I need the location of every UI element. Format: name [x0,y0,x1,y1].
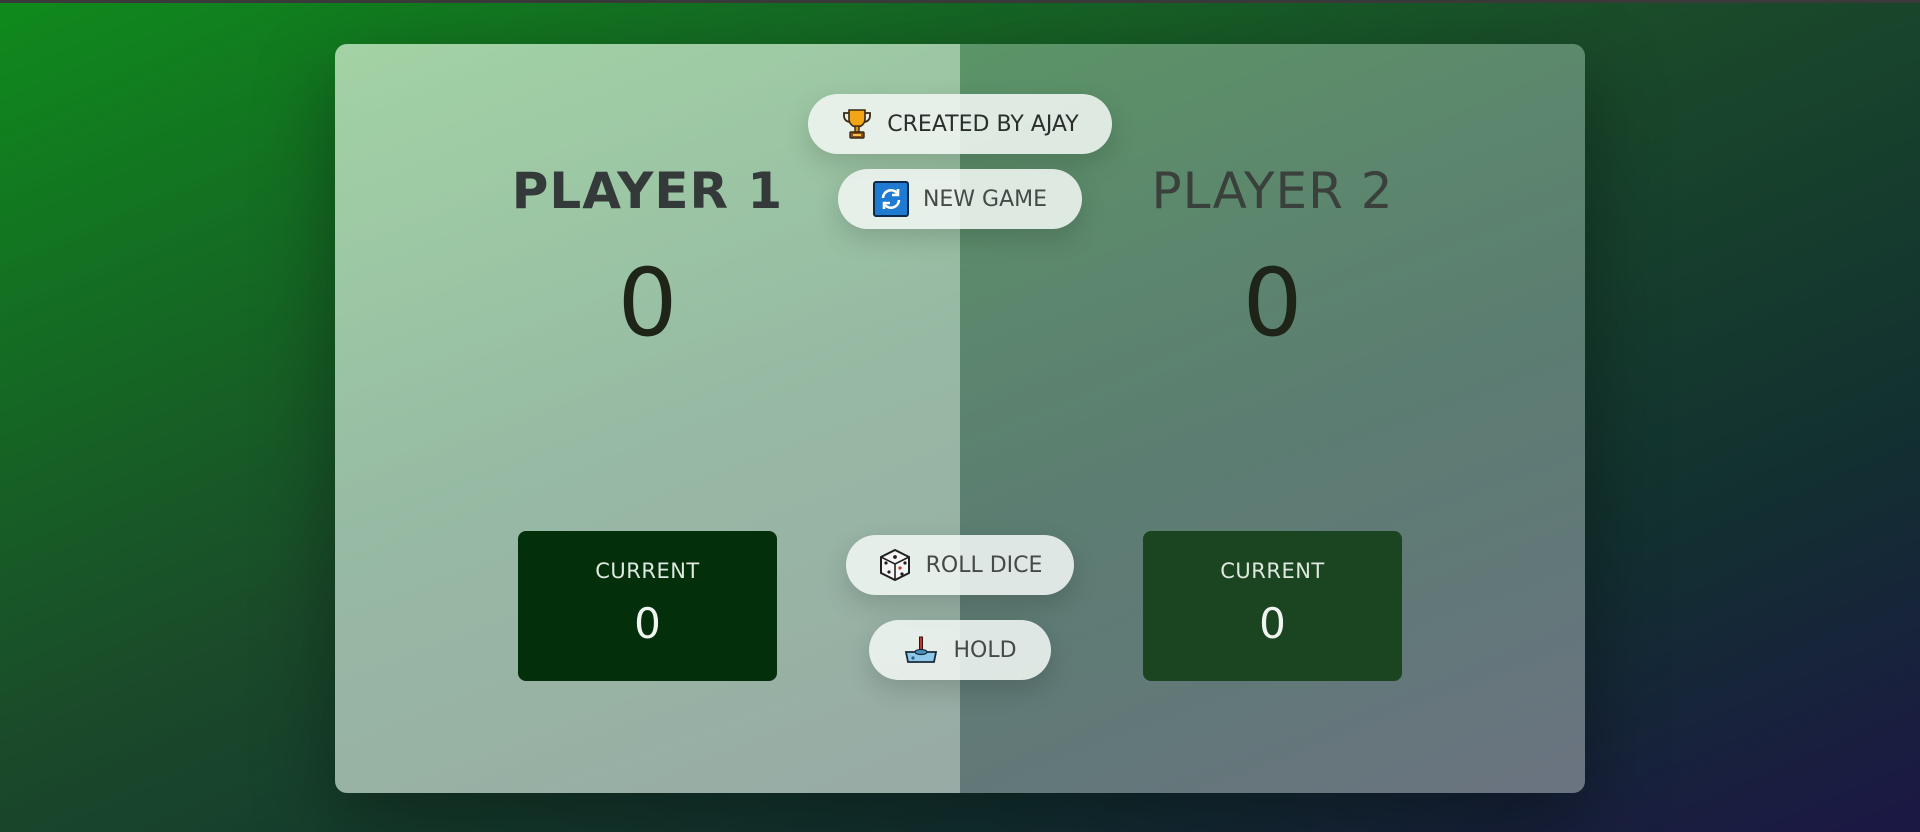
hold-button[interactable]: HOLD [869,620,1051,680]
player-2-panel: PLAYER 2 0 CURRENT 0 [960,44,1585,793]
player-1-total-score: 0 [617,249,678,358]
roll-dice-label: ROLL DICE [925,552,1043,578]
new-game-label: NEW GAME [922,186,1048,212]
player-2-current-score: 0 [1259,599,1286,648]
hold-label: HOLD [953,637,1017,663]
trophy-icon [841,107,873,141]
joystick-icon [903,635,939,665]
player-1-current-label: CURRENT [595,559,700,583]
created-by-button[interactable]: CREATED BY AJAY [808,94,1112,154]
player-2-current-box: CURRENT 0 [1143,531,1402,681]
player-2-total-score: 0 [1242,249,1303,358]
roll-dice-button[interactable]: ROLL DICE [846,535,1074,595]
game-board: PLAYER 1 0 CURRENT 0 PLAYER 2 0 CURRENT … [335,44,1585,793]
player-1-current-box: CURRENT 0 [518,531,777,681]
window-top-border [0,0,1920,3]
refresh-icon [872,181,909,217]
new-game-button[interactable]: NEW GAME [838,169,1082,229]
created-by-label: CREATED BY AJAY [887,111,1079,137]
player-1-panel: PLAYER 1 0 CURRENT 0 [335,44,960,793]
player-1-current-score: 0 [634,599,661,648]
player-2-current-label: CURRENT [1220,559,1325,583]
dice-icon [878,548,912,582]
